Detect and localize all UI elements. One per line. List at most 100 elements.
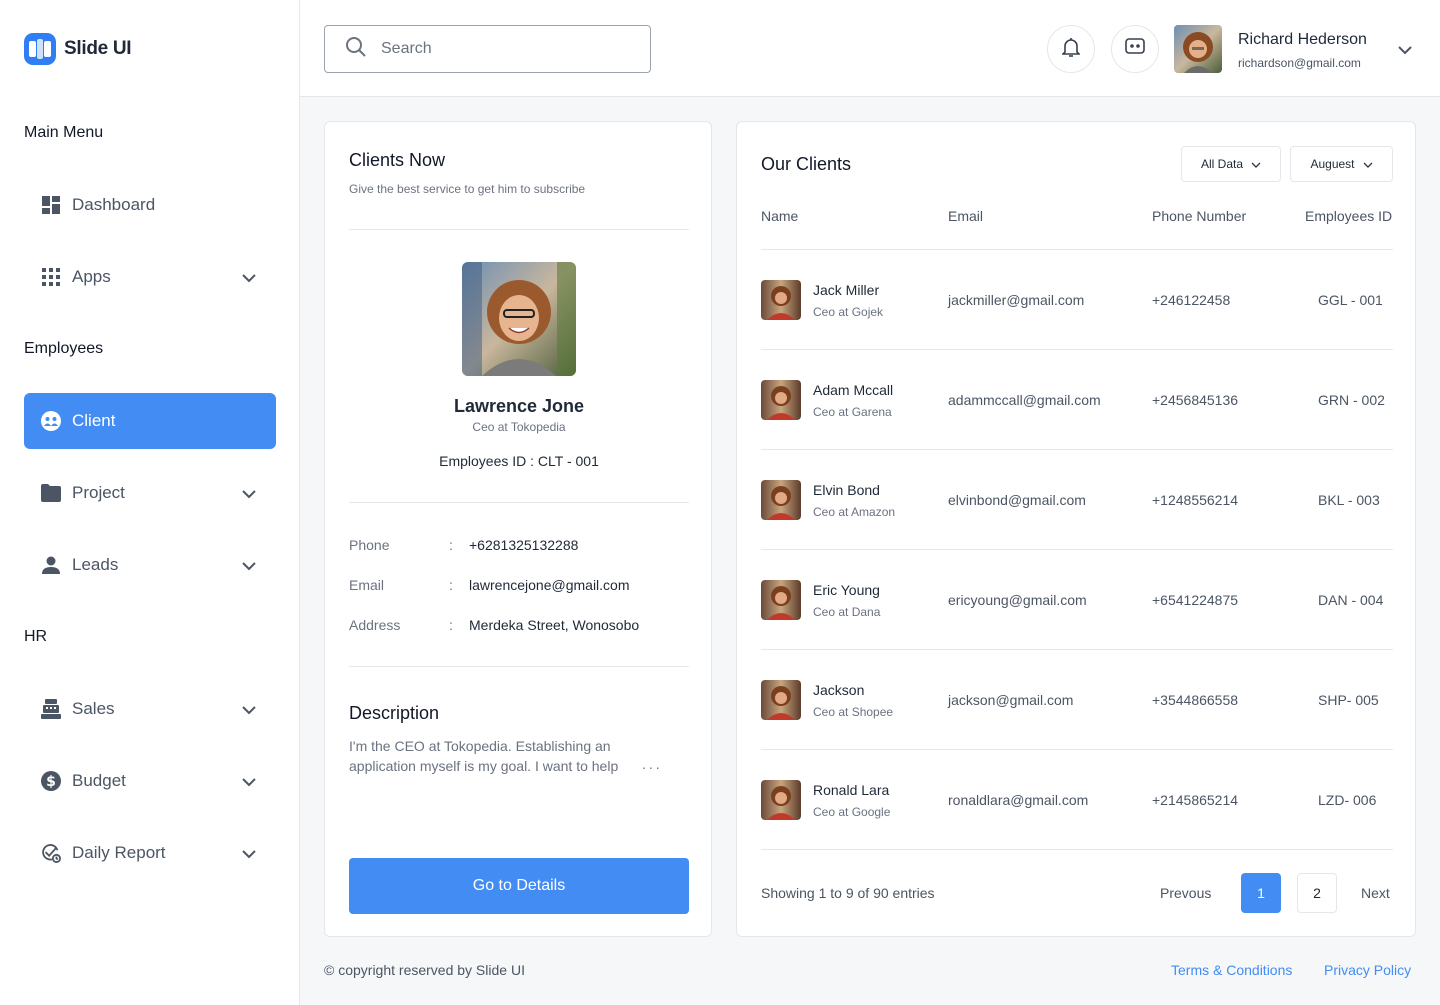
- terms-link[interactable]: Terms & Conditions: [1171, 962, 1292, 978]
- client-employee-id: Employees ID : CLT - 001: [439, 453, 599, 469]
- notification-button[interactable]: [1047, 25, 1095, 73]
- divider: [349, 666, 689, 667]
- client-name: Lawrence Jone: [453, 396, 585, 416]
- chevron-down-icon: [242, 844, 256, 864]
- chevron-down-icon: [242, 268, 256, 288]
- next-page-button[interactable]: Next: [1361, 885, 1390, 901]
- previous-page-button[interactable]: Prevous: [1160, 885, 1211, 901]
- avatar: [761, 480, 801, 520]
- sidebar-item-label: Leads: [72, 555, 119, 574]
- search-icon: [345, 36, 367, 63]
- apps-grid-icon: [41, 267, 61, 287]
- sidebar-item-label: Budget: [72, 771, 126, 790]
- sidebar-item-project[interactable]: Project: [24, 465, 276, 521]
- sidebar-item-label: Sales: [72, 699, 115, 718]
- filter-data-dropdown[interactable]: All Data: [1181, 146, 1281, 182]
- table-row[interactable]: Jackson Ceo at Shopee jackson@gmail.com …: [761, 649, 1393, 749]
- client-name: Elvin Bond: [813, 482, 880, 498]
- brand-name: Slide UI: [64, 38, 132, 59]
- table-row[interactable]: Elvin Bond Ceo at Amazon elvinbond@gmail…: [761, 449, 1393, 549]
- chevron-down-icon[interactable]: [1398, 42, 1412, 60]
- client-name: Jack Miller: [813, 282, 880, 298]
- user-name: Richard Hederson: [1238, 31, 1367, 48]
- avatar: [761, 380, 801, 420]
- chevron-down-icon: [242, 556, 256, 576]
- chevron-down-icon: [242, 772, 256, 792]
- avatar: [761, 280, 801, 320]
- sidebar-item-daily-report[interactable]: Daily Report: [24, 825, 276, 881]
- email-row: Email : lawrencejone@gmail.com: [349, 577, 630, 593]
- sidebar-item-budget[interactable]: $ Budget: [24, 753, 276, 809]
- client-name: Jackson: [813, 682, 865, 698]
- client-role: Ceo at Shopee: [813, 705, 894, 719]
- sidebar-item-dashboard[interactable]: Dashboard: [24, 177, 276, 233]
- client-detail-card: Clients Now Give the best service to get…: [324, 121, 712, 937]
- dropdown-label: Auguest: [1310, 157, 1355, 171]
- table-row[interactable]: Jack Miller Ceo at Gojek jackmiller@gmai…: [761, 249, 1393, 349]
- top-bar: Richard Hederson richardson@gmail.com: [300, 0, 1440, 97]
- client-employee-id: GRN - 002: [1318, 392, 1385, 408]
- client-phone: +2456845136: [1152, 392, 1239, 408]
- privacy-policy-link[interactable]: Privacy Policy: [1324, 962, 1411, 978]
- sidebar-item-leads[interactable]: Leads: [24, 537, 276, 593]
- table-row[interactable]: Eric Young Ceo at Dana ericyoung@gmail.c…: [761, 549, 1393, 649]
- avatar: [761, 580, 801, 620]
- card-subtitle: Give the best service to get him to subs…: [349, 182, 586, 196]
- slide-ui-logo-icon: [24, 33, 56, 65]
- client-employee-id: DAN - 004: [1318, 592, 1384, 608]
- employees-title: Employees: [24, 340, 104, 357]
- dollar-circle-icon: $: [41, 771, 61, 791]
- email-label: Email: [349, 577, 385, 593]
- client-employee-id: GGL - 001: [1318, 292, 1383, 308]
- sidebar-item-client[interactable]: Client: [24, 393, 276, 449]
- main-menu-title: Main Menu: [24, 124, 104, 141]
- avatar: [1174, 25, 1222, 73]
- address-row: Address : Merdeka Street, Wonosobo: [349, 617, 639, 633]
- chevron-down-icon: [242, 700, 256, 720]
- client-name: Ronald Lara: [813, 782, 890, 798]
- client-role: Ceo at Amazon: [813, 505, 896, 519]
- client-phone: +246122458: [1152, 292, 1231, 308]
- search-input[interactable]: [381, 40, 621, 58]
- brand[interactable]: Slide UI: [24, 33, 132, 65]
- person-icon: [41, 555, 61, 575]
- chevron-down-icon: [1363, 157, 1373, 171]
- sidebar: Slide UI Main Menu Dashboard Apps Employ…: [0, 0, 300, 1005]
- go-to-details-button[interactable]: Go to Details: [349, 858, 689, 914]
- page-2-button[interactable]: 2: [1297, 873, 1337, 913]
- address-label: Address: [349, 617, 401, 633]
- table-row[interactable]: Ronald Lara Ceo at Google ronaldlara@gma…: [761, 749, 1393, 849]
- separator: :: [449, 577, 453, 593]
- avatar: [761, 680, 801, 720]
- table-row[interactable]: Adam Mccall Ceo at Garena adammccall@gma…: [761, 349, 1393, 449]
- client-email: jackmiller@gmail.com: [948, 292, 1085, 308]
- divider: [761, 849, 1393, 850]
- client-phone: +1248556214: [1152, 492, 1239, 508]
- cash-register-icon: [41, 699, 61, 719]
- page-1-button[interactable]: 1: [1241, 873, 1281, 913]
- sidebar-item-sales[interactable]: Sales: [24, 681, 276, 737]
- sidebar-item-label: Apps: [72, 267, 111, 286]
- client-email: adammccall@gmail.com: [948, 392, 1101, 408]
- description-text: I'm the CEO at Tokopedia. Establishing a…: [349, 738, 619, 774]
- search-box[interactable]: [324, 25, 651, 73]
- card-title: Clients Now: [349, 150, 446, 170]
- filter-month-dropdown[interactable]: Auguest: [1290, 146, 1393, 182]
- dashboard-icon: [41, 195, 61, 215]
- client-role: Ceo at Tokopedia: [472, 420, 566, 434]
- user-info: Richard Hederson richardson@gmail.com: [1238, 25, 1367, 70]
- description-ellipsis: ...: [642, 756, 663, 772]
- chevron-down-icon: [1251, 157, 1261, 171]
- phone-row: Phone : +6281325132288: [349, 537, 578, 553]
- client-role: Ceo at Gojek: [813, 305, 884, 319]
- bell-icon: [1061, 37, 1081, 62]
- messages-button[interactable]: [1111, 25, 1159, 73]
- divider: [349, 502, 689, 503]
- client-icon: [41, 411, 61, 431]
- client-employee-id: BKL - 003: [1318, 492, 1380, 508]
- divider: [349, 229, 689, 230]
- user-profile[interactable]: Richard Hederson richardson@gmail.com: [1174, 25, 1412, 73]
- sidebar-item-apps[interactable]: Apps: [24, 249, 276, 305]
- client-employee-id: LZD- 006: [1318, 792, 1377, 808]
- column-header-employee-id: Employees ID: [1305, 208, 1393, 224]
